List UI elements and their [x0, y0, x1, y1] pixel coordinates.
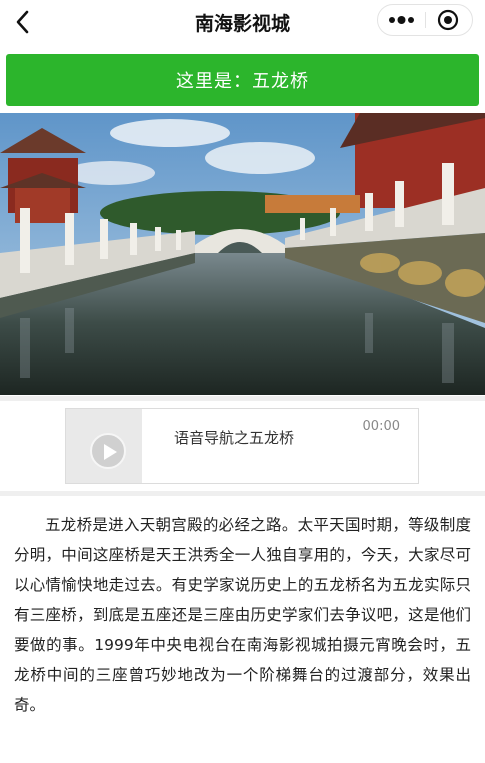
- audio-player: 语音导航之五龙桥 00:00: [65, 408, 419, 484]
- close-button[interactable]: [425, 5, 472, 35]
- mini-program-capsule: [377, 4, 473, 36]
- play-icon: [104, 444, 117, 460]
- scenic-photo: [0, 113, 485, 395]
- top-nav-bar: 南海影视城: [0, 0, 485, 46]
- location-banner: 这里是：五龙桥: [6, 54, 479, 106]
- section-divider: [0, 491, 485, 496]
- more-button[interactable]: [378, 5, 425, 35]
- target-circle-icon: [437, 9, 459, 31]
- play-button[interactable]: [90, 433, 126, 469]
- audio-title: 语音导航之五龙桥: [174, 429, 295, 447]
- article-text: 五龙桥是进入天朝宫殿的必经之路。太平天国时期，等级制度分明，中间这座桥是天王洪秀…: [14, 516, 471, 714]
- section-divider: [0, 396, 485, 401]
- audio-time: 00:00: [362, 419, 400, 434]
- more-dots-icon: [389, 16, 414, 24]
- audio-cover: [66, 409, 142, 483]
